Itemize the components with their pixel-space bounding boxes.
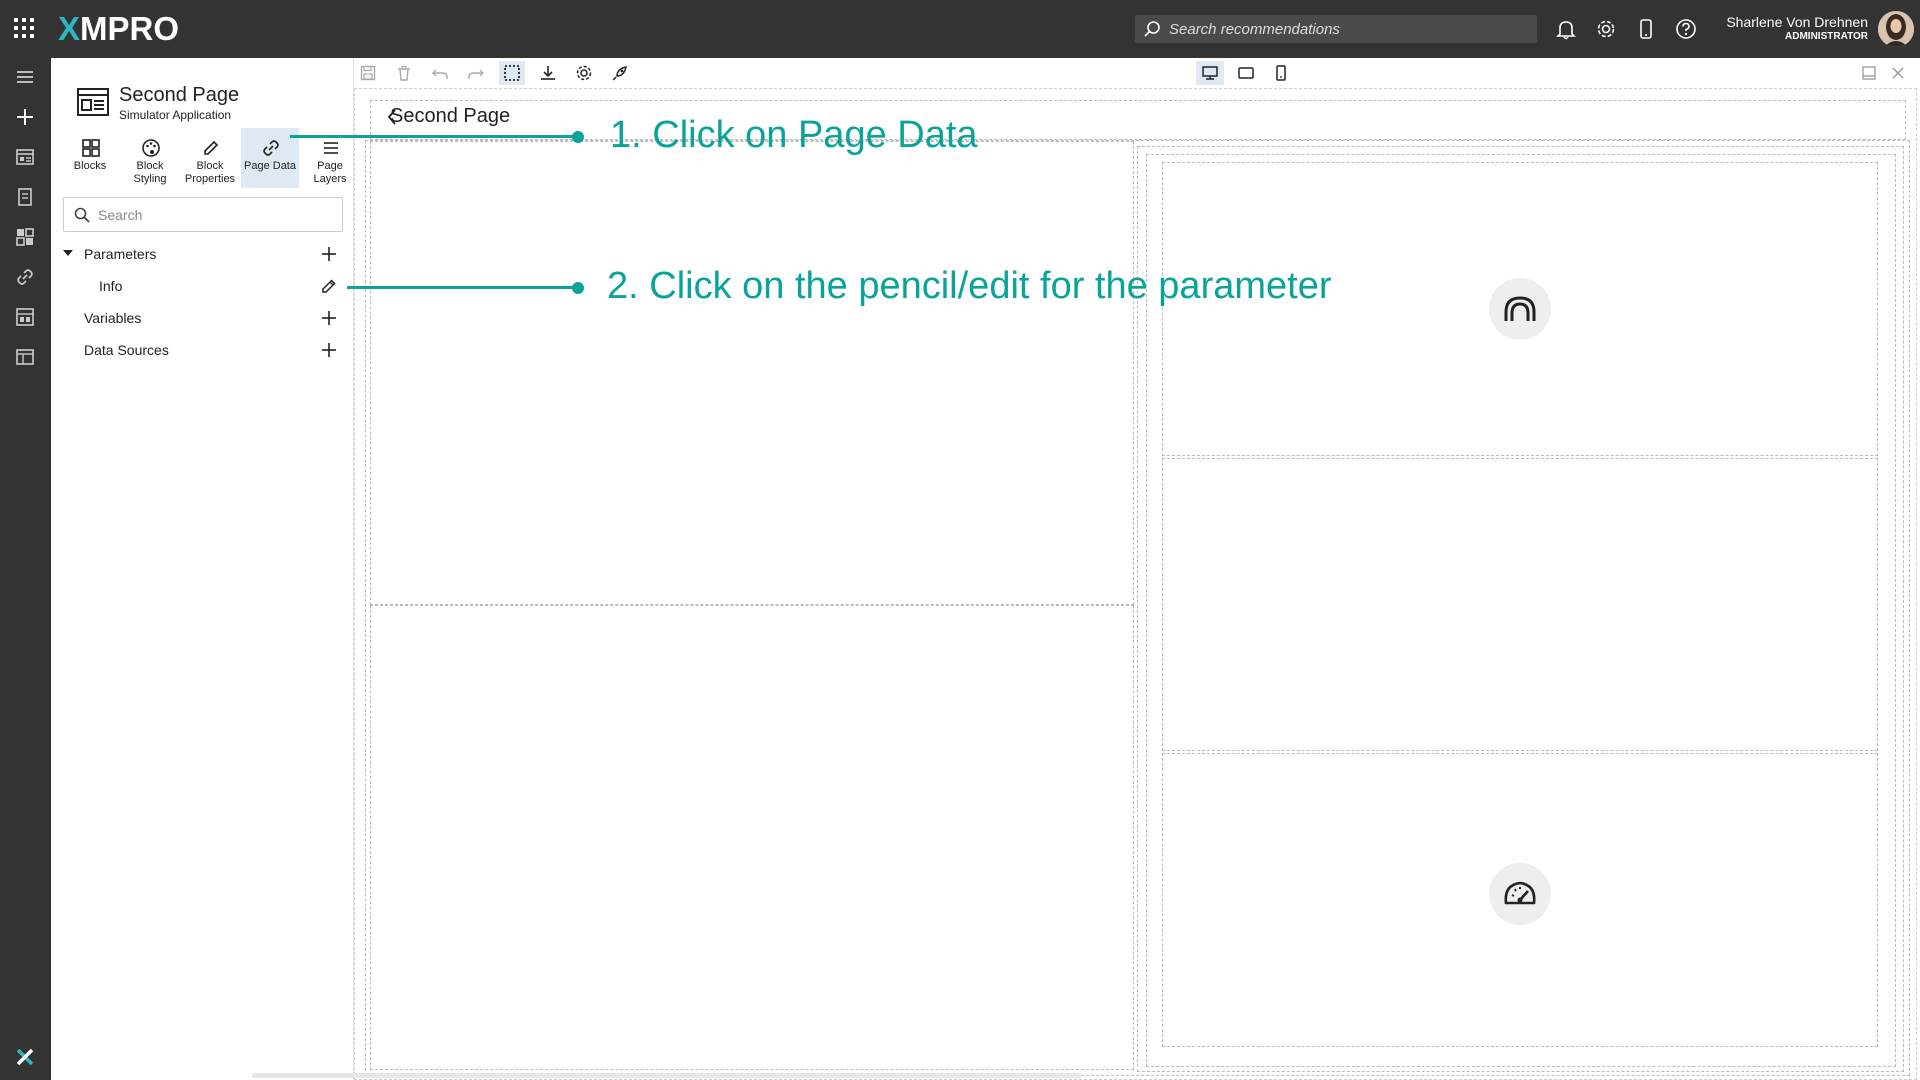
settings-icon[interactable] (571, 61, 597, 85)
download-icon[interactable] (535, 61, 561, 85)
gear-icon[interactable] (1593, 16, 1619, 42)
page-canvas[interactable]: Second Page (354, 88, 1920, 1080)
page-title: Second Page (119, 84, 240, 106)
tree-label: Variables (84, 310, 142, 326)
tab-label: Block (196, 160, 224, 172)
tab-block-styling[interactable]: Block Styling (121, 128, 179, 188)
bell-icon[interactable] (1553, 16, 1579, 42)
mobile-icon[interactable] (1633, 16, 1659, 42)
side-panel: Second Page Simulator Application Blocks… (51, 58, 354, 1080)
apps-grid-icon[interactable] (14, 18, 34, 38)
tab-label: Page Data (244, 160, 296, 172)
xmpro-x-icon[interactable] (12, 1044, 38, 1070)
undo-icon[interactable] (427, 61, 453, 85)
caret-down-icon[interactable] (63, 250, 73, 258)
left-top-block[interactable] (370, 141, 1134, 605)
annotation-dot-1 (572, 131, 584, 143)
tab-label: Layers (313, 173, 347, 185)
tree-item-variables[interactable]: Variables (51, 304, 354, 332)
tree-item-data-sources[interactable]: Data Sources (51, 336, 354, 364)
search-icon (1144, 21, 1160, 37)
add-icon[interactable] (12, 104, 38, 130)
annotation-line-1 (290, 135, 578, 138)
pencil-icon (322, 279, 336, 293)
tab-label: Block (136, 160, 164, 172)
left-nav (0, 58, 51, 1080)
tab-label: Page (317, 160, 343, 172)
tree-label: Info (99, 278, 123, 294)
annotation-dot-2 (572, 282, 584, 294)
header-block[interactable] (370, 100, 1906, 140)
menu-icon[interactable] (12, 64, 38, 90)
delete-icon[interactable] (391, 61, 417, 85)
tab-label: Styling (133, 173, 167, 185)
tablet-view-icon[interactable] (1233, 61, 1259, 85)
tree-item-info[interactable]: Info (51, 272, 354, 300)
tab-label: Blocks (73, 160, 107, 172)
plus-icon (322, 311, 336, 325)
top-bar: XMPRO Sharlene Von Drehnen ADMINISTRATOR (0, 0, 1920, 58)
search-recommendations[interactable] (1135, 15, 1537, 43)
plus-icon (322, 247, 336, 261)
save-icon[interactable] (355, 61, 381, 85)
page-layout-icon (77, 88, 109, 116)
help-icon[interactable] (1673, 16, 1699, 42)
avatar[interactable] (1878, 11, 1914, 47)
tab-block-properties[interactable]: Block Properties (181, 128, 239, 188)
page-icon[interactable] (12, 344, 38, 370)
dashboard-icon[interactable] (12, 304, 38, 330)
annotation-line-2 (347, 286, 577, 289)
rocket-icon[interactable] (607, 61, 633, 85)
user-name[interactable]: Sharlene Von Drehnen (1726, 14, 1868, 30)
horizontal-scrollbar[interactable] (252, 1073, 1082, 1078)
user-role: ADMINISTRATOR (1785, 31, 1868, 42)
redo-icon[interactable] (463, 61, 489, 85)
plus-icon (322, 343, 336, 357)
breadcrumb[interactable]: Second Page (390, 105, 510, 128)
phone-view-icon[interactable] (1268, 61, 1294, 85)
link-icon[interactable] (12, 264, 38, 290)
panel-search[interactable] (63, 197, 343, 232)
blocks-icon (82, 139, 100, 157)
tab-blocks[interactable]: Blocks (61, 128, 119, 188)
right-block-2[interactable] (1162, 458, 1878, 751)
tab-label: Properties (184, 173, 236, 185)
desktop-view-icon[interactable] (1196, 61, 1224, 85)
speedometer-icon[interactable] (1489, 863, 1551, 925)
close-icon[interactable] (1885, 61, 1911, 85)
gauge-arc-icon[interactable] (1489, 278, 1551, 340)
left-bottom-block[interactable] (370, 605, 1134, 1070)
annotation-step-1: 1. Click on Page Data (610, 114, 978, 156)
panel-search-input[interactable] (98, 206, 328, 224)
tree-item-parameters[interactable]: Parameters (51, 240, 354, 268)
edit-parameter-button[interactable] (318, 275, 340, 297)
palette-icon (142, 139, 160, 157)
add-variable-button[interactable] (318, 307, 340, 329)
page-subtitle: Simulator Application (119, 108, 232, 122)
add-data-source-button[interactable] (318, 339, 340, 361)
tree-label: Data Sources (84, 342, 169, 358)
editor-toolbar (354, 58, 1920, 88)
add-parameter-button[interactable] (318, 243, 340, 265)
select-outline-icon[interactable] (499, 61, 525, 85)
annotation-step-2: 2. Click on the pencil/edit for the para… (607, 265, 1332, 307)
layers-icon (324, 142, 338, 154)
search-icon (74, 207, 90, 223)
search-recommendations-input[interactable] (1169, 19, 1519, 39)
pencil-icon (204, 140, 219, 155)
link-icon (263, 140, 279, 156)
apps-icon[interactable] (12, 144, 38, 170)
data-streams-icon[interactable] (12, 224, 38, 250)
maximize-icon[interactable] (1856, 61, 1882, 85)
tree-label: Parameters (84, 246, 157, 262)
recommendations-icon[interactable] (12, 184, 38, 210)
xmpro-logo[interactable]: XMPRO (58, 10, 179, 48)
